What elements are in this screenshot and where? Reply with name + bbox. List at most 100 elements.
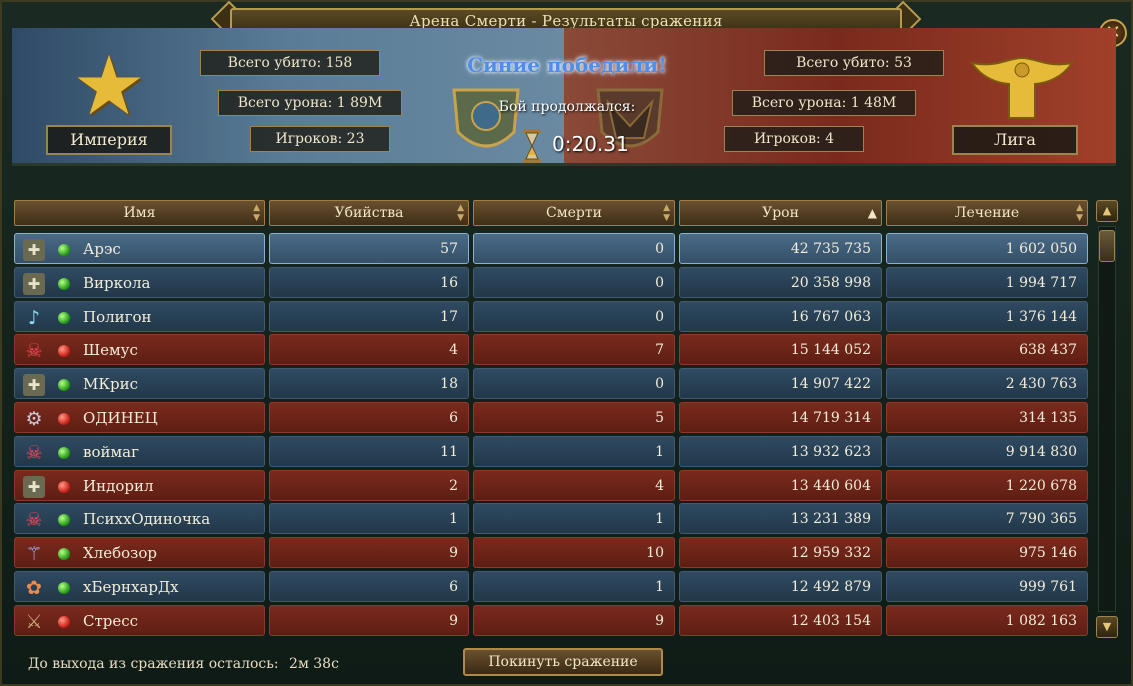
player-kills-cell: 18 [269, 368, 469, 400]
table-row[interactable]: ✚ Индорил 2 4 13 440 604 1 220 678 [14, 469, 1090, 501]
online-status-icon [58, 582, 70, 594]
player-healing-cell: 1 220 678 [886, 469, 1088, 501]
player-name-cell: ⚔ Стресс [14, 604, 265, 636]
table-row[interactable]: ♪ Полигон 17 0 16 767 063 1 376 144 [14, 300, 1090, 332]
league-eagle-icon [969, 56, 1075, 119]
player-healing-cell: 2 430 763 [886, 368, 1088, 400]
player-deaths-cell: 0 [473, 233, 675, 264]
player-name-cell: ✿ хБернхарДх [14, 571, 265, 602]
empire-team-label: Империя [46, 125, 172, 155]
battle-results-window: Арена Смерти - Результаты сражения ✕ ★ И… [0, 0, 1133, 686]
player-deaths-cell: 5 [473, 402, 675, 433]
player-deaths-cell: 4 [473, 469, 675, 501]
lute-icon: ♪ [27, 306, 41, 329]
player-kills-cell: 17 [269, 300, 469, 332]
empire-total-damage: Всего урона: 1 89M [218, 90, 402, 116]
battle-duration-label: Бой продолжался: [498, 99, 636, 115]
table-row[interactable]: ⚔ Стресс 9 9 12 403 154 1 082 163 [14, 604, 1090, 636]
online-status-icon [58, 548, 70, 561]
player-deaths-cell: 0 [473, 368, 675, 400]
player-name-cell: ⚙ ОДИНЕЦ [14, 402, 265, 433]
player-name: Шемус [83, 341, 138, 360]
player-healing-cell: 1 376 144 [886, 300, 1088, 332]
player-name-cell: ⚚ Хлебозор [14, 537, 265, 569]
player-damage-cell: 13 440 604 [679, 469, 882, 501]
column-header-name[interactable]: Имя ▲ ▼ [14, 200, 265, 226]
player-kills-cell: 9 [269, 537, 469, 569]
player-kills-cell: 6 [269, 571, 469, 602]
empire-total-killed: Всего убито: 158 [200, 50, 380, 76]
player-name-cell: ✚ МКрис [14, 368, 265, 400]
empire-star-icon: ★ [72, 39, 146, 134]
player-kills-cell: 16 [269, 266, 469, 298]
player-damage-cell: 42 735 735 [679, 233, 882, 264]
player-name: Арэс [83, 240, 121, 258]
online-status-icon [58, 514, 70, 527]
skull-icon: ☠ [25, 441, 43, 464]
table-row[interactable]: ✚ МКрис 18 0 14 907 422 2 430 763 [14, 368, 1090, 400]
leave-battle-button[interactable]: Покинуть сражение [463, 648, 663, 676]
skull-icon: ☠ [25, 509, 43, 532]
gear-icon: ⚙ [25, 408, 43, 430]
exit-countdown: До выхода из сражения осталось: 2м 38с [28, 656, 339, 672]
table-row[interactable]: ☠ Шемус 4 7 15 144 052 638 437 [14, 334, 1090, 366]
player-name-cell: ☠ ПсихxОдиночка [14, 503, 265, 535]
table-row[interactable]: ⚙ ОДИНЕЦ 6 5 14 719 314 314 135 [14, 402, 1090, 433]
sort-arrows-icon: ▲ ▼ [457, 203, 464, 223]
table-row[interactable]: ⚚ Хлебозор 9 10 12 959 332 975 146 [14, 537, 1090, 569]
scrollbar-thumb[interactable] [1099, 230, 1115, 262]
player-name-cell: ☠ воймаг [14, 435, 265, 467]
player-kills-cell: 9 [269, 604, 469, 636]
online-status-icon [58, 277, 70, 290]
paw-icon: ✿ [26, 577, 42, 599]
player-kills-cell: 4 [269, 334, 469, 366]
player-name-cell: ☠ Шемус [14, 334, 265, 366]
player-healing-cell: 314 135 [886, 402, 1088, 433]
offline-status-icon [58, 413, 70, 425]
scroll-down-button[interactable]: ▼ [1096, 616, 1118, 638]
battle-summary-header: ★ Империя Всего убито: 158 Всего урона: … [12, 28, 1116, 166]
table-row[interactable]: ✚ Арэс 57 0 42 735 735 1 602 050 [14, 233, 1090, 264]
player-name: воймаг [83, 442, 139, 461]
table-row[interactable]: ✿ хБернхарДх 6 1 12 492 879 999 761 [14, 571, 1090, 602]
player-damage-cell: 15 144 052 [679, 334, 882, 366]
player-name: ПсихxОдиночка [83, 510, 211, 529]
skull-icon: ☠ [25, 340, 43, 363]
player-name: МКрис [83, 375, 138, 394]
player-deaths-cell: 9 [473, 604, 675, 636]
column-header-healing[interactable]: Лечение ▲ ▼ [886, 200, 1088, 226]
player-damage-cell: 13 932 623 [679, 435, 882, 467]
player-name: Виркола [83, 273, 151, 292]
sort-arrows-icon: ▲ ▼ [253, 203, 260, 223]
player-deaths-cell: 1 [473, 435, 675, 467]
player-name-cell: ✚ Арэс [14, 233, 265, 264]
player-healing-cell: 638 437 [886, 334, 1088, 366]
player-healing-cell: 1 994 717 [886, 266, 1088, 298]
player-damage-cell: 20 358 998 [679, 266, 882, 298]
empire-crest-icon [452, 88, 520, 148]
league-team-label: Лига [952, 125, 1078, 155]
online-status-icon [58, 244, 70, 256]
player-damage-cell: 12 959 332 [679, 537, 882, 569]
table-row[interactable]: ✚ Виркола 16 0 20 358 998 1 994 717 [14, 266, 1090, 298]
player-kills-cell: 57 [269, 233, 469, 264]
column-header-damage[interactable]: Урон ▲ [679, 200, 882, 226]
table-row[interactable]: ☠ ПсихxОдиночка 1 1 13 231 389 7 790 365 [14, 503, 1090, 535]
scroll-up-button[interactable]: ▲ [1096, 200, 1118, 222]
player-name-cell: ♪ Полигон [14, 300, 265, 332]
shield-cross-icon: ✚ [23, 272, 45, 295]
scrollbar-track[interactable] [1098, 226, 1116, 612]
sort-arrows-icon: ▲ ▼ [663, 203, 670, 223]
column-header-deaths[interactable]: Смерти ▲ ▼ [473, 200, 675, 226]
column-header-kills[interactable]: Убийства ▲ ▼ [269, 200, 469, 226]
shield-cross-icon: ✚ [23, 239, 45, 261]
player-name-cell: ✚ Индорил [14, 469, 265, 501]
player-healing-cell: 999 761 [886, 571, 1088, 602]
player-healing-cell: 1 082 163 [886, 604, 1088, 636]
shield-cross-icon: ✚ [23, 374, 45, 397]
table-row[interactable]: ☠ воймаг 11 1 13 932 623 9 914 830 [14, 435, 1090, 467]
sort-arrows-icon: ▲ ▼ [1076, 203, 1083, 223]
online-status-icon [58, 379, 70, 392]
league-players-count: Игроков: 4 [724, 126, 864, 152]
exit-countdown-value: 2м 38с [289, 656, 339, 672]
